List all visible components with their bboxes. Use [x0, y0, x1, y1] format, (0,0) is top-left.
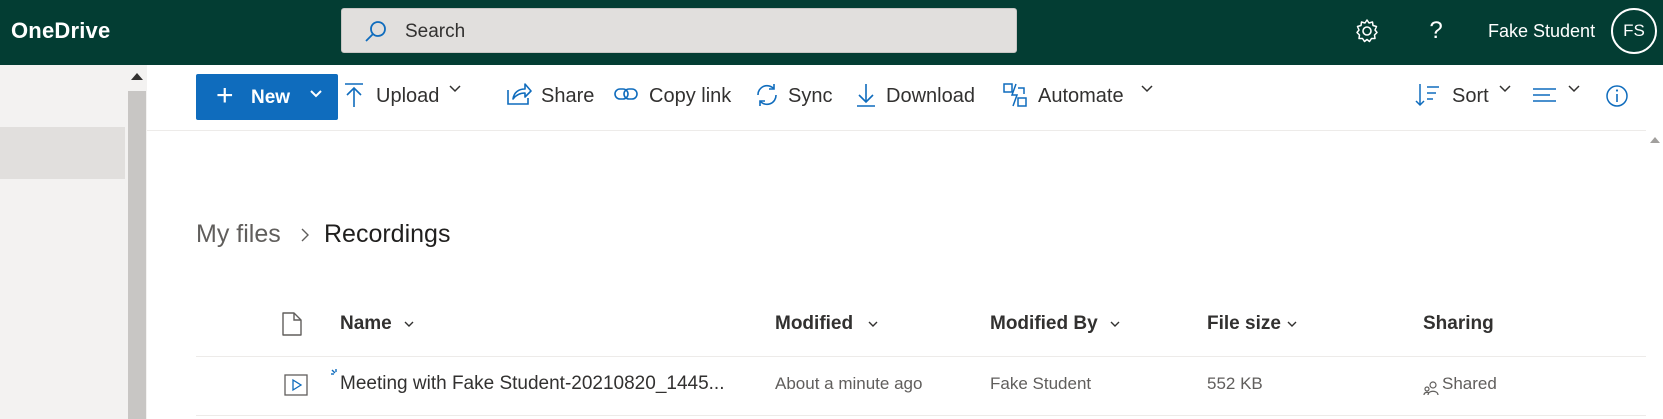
automate-button[interactable]: Automate	[1002, 80, 1153, 110]
automate-label: Automate	[1038, 85, 1124, 107]
column-header-sharing[interactable]: Sharing	[1423, 313, 1494, 335]
top-bar: OneDrive Search ? Fake Student FS	[0, 0, 1663, 65]
column-header-modified[interactable]: Modified	[775, 313, 853, 335]
file-sharing[interactable]: Shared	[1442, 374, 1497, 394]
left-nav	[0, 65, 126, 419]
chevron-down-icon	[1568, 85, 1580, 93]
left-nav-selected-item[interactable]	[0, 127, 125, 179]
upload-label: Upload	[376, 85, 440, 107]
chevron-down-icon	[310, 90, 322, 98]
chevron-right-icon	[301, 228, 309, 242]
scroll-up-arrow[interactable]	[131, 73, 143, 80]
automate-icon	[1003, 83, 1027, 107]
chevron-down-icon	[449, 85, 461, 93]
breadcrumb: My files Recordings	[196, 220, 450, 249]
sync-icon	[757, 84, 777, 106]
user-name[interactable]: Fake Student	[1488, 21, 1595, 42]
column-header-modified-by[interactable]: Modified By	[990, 313, 1098, 335]
breadcrumb-my-files[interactable]: My files	[196, 220, 281, 248]
file-size: 552 KB	[1207, 374, 1263, 393]
sync-label: Sync	[788, 85, 833, 107]
help-icon[interactable]: ?	[1421, 16, 1451, 46]
file-name-link[interactable]: Meeting with Fake Student-20210820_1445.…	[340, 373, 725, 395]
copy-link-label: Copy link	[649, 85, 732, 107]
share-label: Share	[541, 85, 595, 107]
plus-icon: +	[216, 79, 234, 112]
avatar[interactable]: FS	[1611, 8, 1657, 54]
sort-label: Sort	[1452, 85, 1489, 107]
download-button[interactable]: Download	[855, 80, 979, 110]
breadcrumb-current: Recordings	[324, 220, 451, 248]
scrollbar-thumb[interactable]	[128, 91, 146, 419]
scroll-up-arrow[interactable]	[1650, 137, 1660, 143]
new-button-label: New	[251, 87, 291, 108]
chevron-down-icon	[404, 321, 414, 327]
table-row[interactable]: Meeting with Fake Student-20210820_1445.…	[196, 358, 1646, 416]
sort-button[interactable]: Sort	[1415, 80, 1511, 110]
info-icon[interactable]	[1605, 84, 1629, 108]
download-label: Download	[886, 85, 975, 107]
copy-link-button[interactable]: Copy link	[613, 80, 733, 110]
chevron-down-icon	[1141, 85, 1153, 93]
sort-icon	[1415, 84, 1439, 107]
search-placeholder: Search	[405, 21, 466, 42]
share-button[interactable]: Share	[506, 80, 595, 110]
gear-icon[interactable]	[1352, 16, 1382, 46]
chevron-down-icon	[1287, 321, 1297, 327]
upload-button[interactable]: Upload	[343, 80, 461, 110]
app-brand[interactable]: OneDrive	[11, 18, 110, 44]
chevron-down-icon	[868, 321, 878, 327]
content-scrollbar[interactable]	[1646, 131, 1663, 419]
file-type-icon[interactable]	[282, 312, 302, 336]
new-button[interactable]: + New	[196, 74, 338, 120]
upload-icon	[345, 83, 363, 107]
file-modified: About a minute ago	[775, 374, 923, 393]
search-icon	[365, 21, 386, 42]
command-bar: + New Upload Share Copy link Sync Downlo…	[147, 65, 1646, 131]
column-header-name[interactable]: Name	[340, 313, 392, 335]
chevron-down-icon	[1499, 85, 1511, 93]
left-nav-scrollbar[interactable]	[126, 65, 147, 419]
file-list-header: Name Modified Modified By File size Shar…	[196, 302, 1646, 357]
shared-people-icon	[1423, 381, 1439, 396]
chevron-down-icon	[1110, 321, 1120, 327]
view-options-button[interactable]	[1532, 80, 1582, 110]
share-icon	[507, 83, 532, 105]
sync-button[interactable]: Sync	[754, 80, 833, 110]
link-icon	[614, 88, 638, 100]
file-modified-by[interactable]: Fake Student	[990, 374, 1091, 394]
search-box[interactable]: Search	[341, 8, 1017, 53]
view-options-icon	[1533, 88, 1556, 102]
video-file-icon	[284, 374, 308, 396]
download-icon	[857, 84, 875, 107]
column-header-file-size[interactable]: File size	[1207, 313, 1281, 335]
